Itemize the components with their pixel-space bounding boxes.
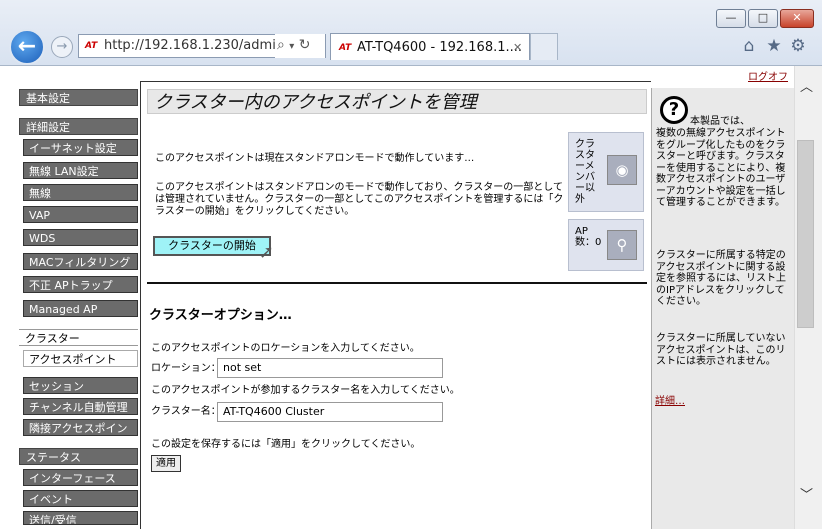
scroll-down-icon[interactable]: ﹀ bbox=[800, 484, 813, 503]
nav-cluster[interactable]: クラスター bbox=[19, 329, 138, 346]
help-paragraph-1: 複数の無線アクセスポイントをグループ化したものをクラスターと呼びます。クラスター… bbox=[656, 128, 786, 208]
forward-arrow-icon: → bbox=[56, 39, 68, 54]
address-bar-actions: ⌕ ▾ ↻ bbox=[275, 34, 325, 58]
home-icon[interactable]: ⌂ bbox=[739, 36, 759, 56]
nav-item-wireless[interactable]: 無線 bbox=[23, 184, 138, 201]
nav-item-wds[interactable]: WDS bbox=[23, 229, 138, 246]
forward-button[interactable]: → bbox=[51, 36, 73, 58]
mouse-cursor-icon: ➚ bbox=[259, 242, 275, 263]
cluster-name-input[interactable]: AT-TQ4600 Cluster bbox=[217, 402, 443, 422]
tab-close-icon[interactable]: ✕ bbox=[513, 34, 522, 61]
nav-item-sessions[interactable]: セッション bbox=[23, 377, 138, 394]
nav-item-interfaces[interactable]: インターフェース bbox=[23, 469, 138, 486]
apply-prompt: この設定を保存するには「適用」をクリックしてください。 bbox=[151, 439, 421, 450]
nav-item-vap[interactable]: VAP bbox=[23, 206, 138, 223]
cluster-name-prompt: このアクセスポイントが参加するクラスター名を入力してください。 bbox=[151, 385, 460, 396]
nav-item-wireless-lan[interactable]: 無線 LAN設定 bbox=[23, 162, 138, 179]
back-arrow-icon: ← bbox=[17, 34, 37, 59]
star-icon[interactable]: ★ bbox=[764, 36, 784, 56]
standalone-status-text: このアクセスポイントは現在スタンドアロンモードで動作しています… bbox=[155, 153, 475, 164]
minimize-button[interactable]: — bbox=[716, 9, 746, 28]
cluster-instructions: このアクセスポイントはスタンドアロンのモードで動作しており、クラスターの一部とし… bbox=[155, 182, 564, 217]
nav-item-events[interactable]: イベント bbox=[23, 490, 138, 507]
back-button[interactable]: ← bbox=[9, 29, 45, 65]
ap-count-box: AP数：0 ⚲ bbox=[568, 219, 644, 271]
new-tab-button[interactable] bbox=[530, 33, 558, 60]
close-window-button[interactable]: ✕ bbox=[780, 9, 814, 28]
refresh-icon[interactable]: ↻ bbox=[299, 37, 311, 53]
more-info-link[interactable]: 詳細… bbox=[655, 392, 685, 407]
cluster-group-icon: ⚲ bbox=[607, 230, 637, 260]
non-member-label: クラスターメンバー以外 bbox=[575, 139, 595, 205]
nav-basic-settings[interactable]: 基本設定 bbox=[19, 89, 138, 106]
location-prompt: このアクセスポイントのロケーションを入力してください。 bbox=[151, 343, 420, 354]
help-question-icon: ? bbox=[660, 96, 688, 124]
location-input[interactable]: not set bbox=[217, 358, 443, 378]
apply-button[interactable]: 適用 bbox=[151, 455, 181, 472]
help-paragraph-3: クラスターに所属していないアクセスポイントは、このリストには表示されません。 bbox=[656, 333, 786, 367]
maximize-button[interactable]: □ bbox=[748, 9, 778, 28]
help-paragraph-2: クラスターに所属する特定のアクセスポイントに関する設定を参照するには、リスト上の… bbox=[656, 250, 786, 307]
nav-item-mac-filtering[interactable]: MACフィルタリング bbox=[23, 253, 138, 270]
tab-active[interactable]: AT AT-TQ4600 - 192.168.1.... ✕ bbox=[330, 33, 530, 60]
nav-status[interactable]: ステータス bbox=[19, 448, 138, 465]
scroll-up-icon[interactable]: ︿ bbox=[800, 76, 813, 95]
page-title: クラスター内のアクセスポイントを管理 bbox=[147, 89, 647, 114]
section-divider bbox=[147, 282, 647, 284]
wireless-ap-icon: ◉ bbox=[607, 155, 637, 185]
cluster-options-heading: クラスターオプション… bbox=[149, 308, 292, 323]
nav-advanced-settings[interactable]: 詳細設定 bbox=[19, 118, 138, 135]
nav-item-ethernet[interactable]: イーサネット設定 bbox=[23, 139, 138, 156]
nav-item-rogue-ap[interactable]: 不正 APトラップ bbox=[23, 276, 138, 293]
logout-link[interactable]: ログオフ bbox=[748, 68, 788, 83]
help-intro-first: 本製品では、 bbox=[690, 116, 750, 127]
location-label: ロケーション： bbox=[151, 363, 221, 374]
site-favicon-icon: AT bbox=[85, 41, 98, 51]
nav-item-tx-rx[interactable]: 送信/受信 bbox=[23, 511, 138, 525]
cluster-name-label: クラスター名： bbox=[151, 406, 221, 417]
nav-item-channel-management[interactable]: チャンネル自動管理 bbox=[23, 398, 138, 415]
url-text: http://192.168.1.230/admin. bbox=[104, 38, 289, 53]
nav-item-access-points[interactable]: アクセスポイント bbox=[23, 350, 138, 367]
nav-item-neighbor-ap[interactable]: 隣接アクセスポイント bbox=[23, 419, 138, 452]
tab-favicon-icon: AT bbox=[339, 43, 352, 53]
start-cluster-button[interactable]: クラスターの開始 bbox=[153, 236, 271, 256]
scrollbar-thumb[interactable] bbox=[797, 140, 814, 328]
search-icon[interactable]: ⌕ bbox=[277, 37, 285, 53]
tab-title: AT-TQ4600 - 192.168.1.... bbox=[357, 40, 523, 55]
gear-icon[interactable]: ⚙ bbox=[788, 36, 808, 56]
dropdown-icon[interactable]: ▾ bbox=[289, 41, 294, 52]
ap-count-label: AP数：0 bbox=[575, 226, 602, 248]
non-member-box: クラスターメンバー以外 ◉ bbox=[568, 132, 644, 212]
nav-item-managed-ap[interactable]: Managed AP bbox=[23, 300, 138, 317]
